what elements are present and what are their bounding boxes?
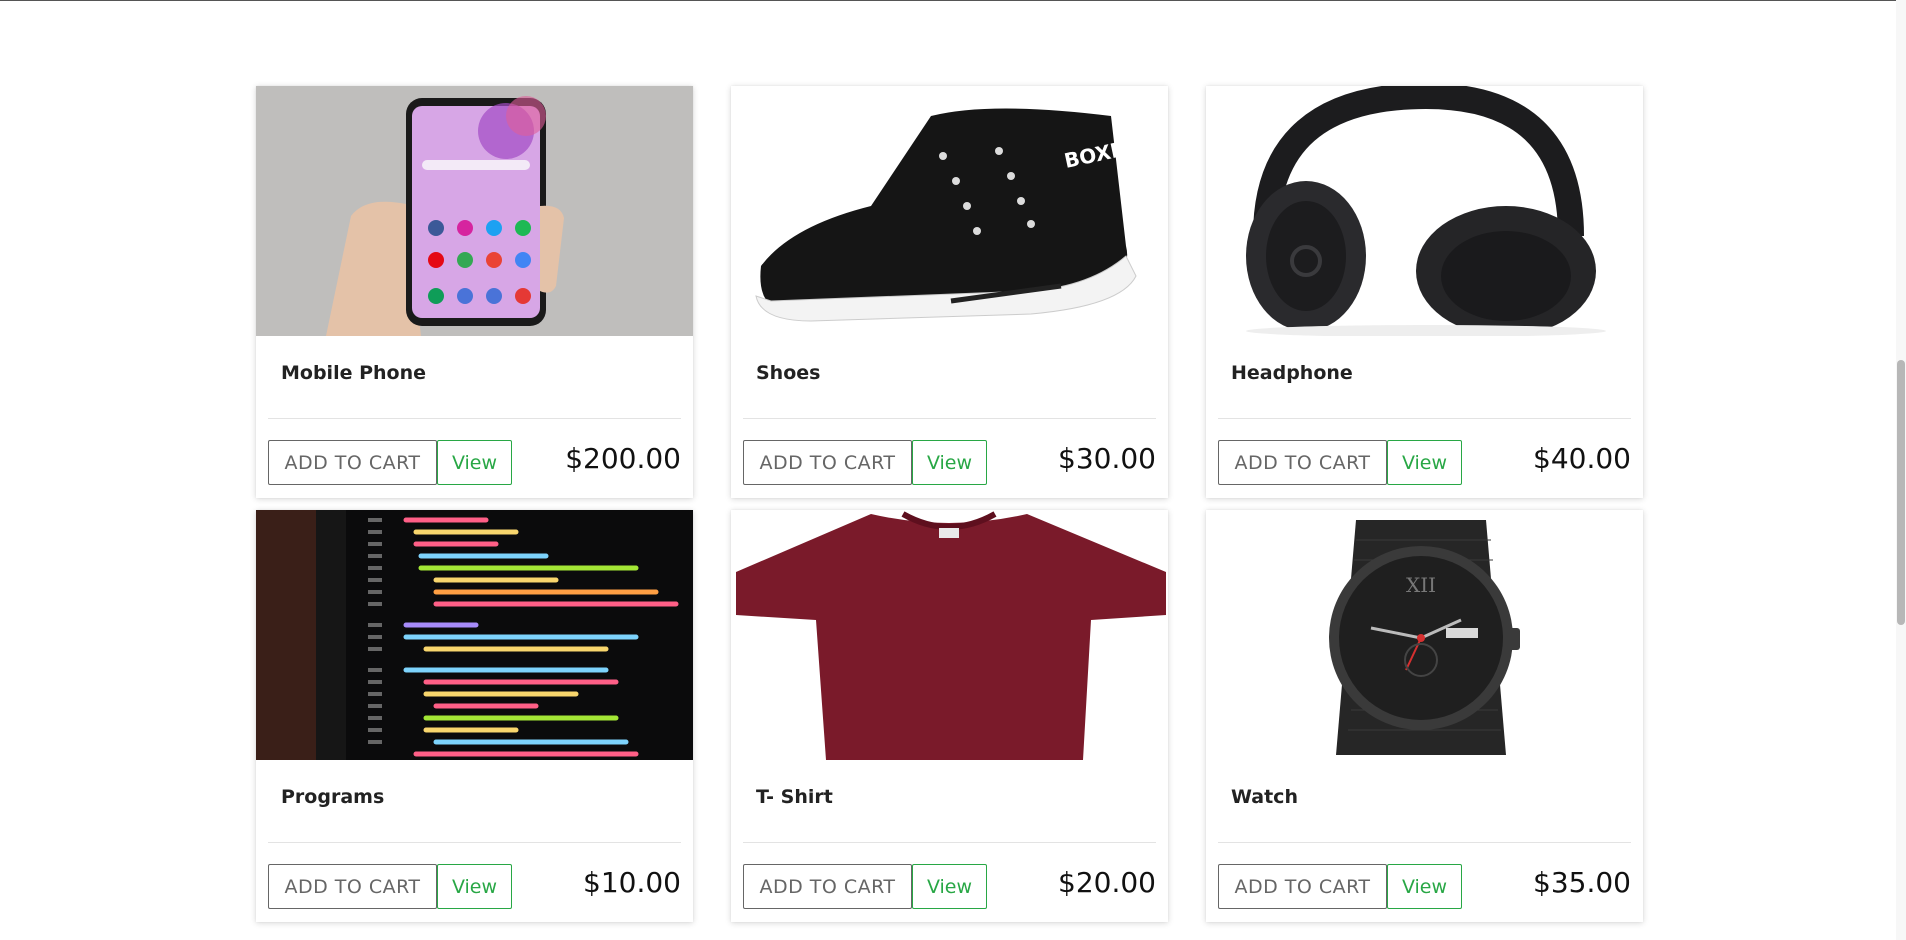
add-to-cart-button[interactable]: ADD TO CART: [743, 440, 912, 485]
product-card-shoes: BOXER Shoes ADD TO CART View $30.00: [731, 86, 1168, 498]
add-to-cart-button[interactable]: ADD TO CART: [743, 864, 912, 909]
product-card-mobile-phone: Mobile Phone ADD TO CART View $200.00: [256, 86, 693, 498]
view-button[interactable]: View: [437, 864, 512, 909]
add-to-cart-button[interactable]: ADD TO CART: [1218, 864, 1387, 909]
product-title: T- Shirt: [756, 786, 833, 808]
product-title: Shoes: [756, 362, 821, 384]
product-price: $200.00: [565, 442, 681, 475]
product-card-t-shirt: T- Shirt ADD TO CART View $20.00: [731, 510, 1168, 922]
add-to-cart-button[interactable]: ADD TO CART: [268, 440, 437, 485]
product-title: Programs: [281, 786, 385, 808]
product-image-t-shirt: [731, 510, 1168, 760]
product-image-watch: XII: [1206, 510, 1643, 760]
product-title: Headphone: [1231, 362, 1353, 384]
add-to-cart-button[interactable]: ADD TO CART: [268, 864, 437, 909]
product-card-headphone: Headphone ADD TO CART View $40.00: [1206, 86, 1643, 498]
view-button[interactable]: View: [437, 440, 512, 485]
product-price: $40.00: [1533, 442, 1631, 475]
product-price: $35.00: [1533, 866, 1631, 899]
top-border: [0, 0, 1906, 1]
product-title: Mobile Phone: [281, 362, 427, 384]
product-title: Watch: [1231, 786, 1298, 808]
product-card-watch: XII Watch ADD TO CART View $35.00: [1206, 510, 1643, 922]
product-grid: Mobile Phone ADD TO CART View $200.00 BO…: [256, 86, 1643, 922]
product-image-mobile-phone: [256, 86, 693, 336]
page-scrollbar[interactable]: [1896, 0, 1906, 940]
product-card-programs: Programs ADD TO CART View $10.00: [256, 510, 693, 922]
view-button[interactable]: View: [912, 440, 987, 485]
view-button[interactable]: View: [1387, 440, 1462, 485]
watch-numeral-text: XII: [1406, 573, 1436, 597]
card-divider: [1218, 842, 1631, 843]
product-image-programs: [256, 510, 693, 760]
product-price: $30.00: [1058, 442, 1156, 475]
scrollbar-thumb[interactable]: [1897, 360, 1905, 625]
card-divider: [268, 842, 681, 843]
product-image-shoes: BOXER: [731, 86, 1168, 336]
card-divider: [743, 842, 1156, 843]
product-price: $20.00: [1058, 866, 1156, 899]
card-divider: [743, 418, 1156, 419]
add-to-cart-button[interactable]: ADD TO CART: [1218, 440, 1387, 485]
view-button[interactable]: View: [912, 864, 987, 909]
card-divider: [268, 418, 681, 419]
view-button[interactable]: View: [1387, 864, 1462, 909]
product-price: $10.00: [583, 866, 681, 899]
card-divider: [1218, 418, 1631, 419]
product-image-headphone: [1206, 86, 1643, 336]
